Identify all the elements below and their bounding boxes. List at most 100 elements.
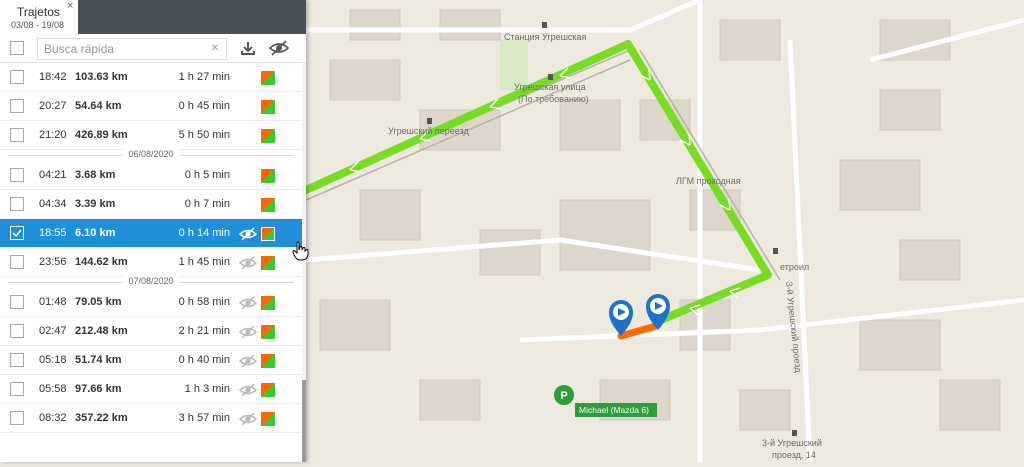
clear-search-icon[interactable]: × bbox=[211, 39, 219, 55]
trip-color-swatch[interactable] bbox=[261, 71, 275, 85]
trip-color-swatch[interactable] bbox=[261, 198, 275, 212]
trip-duration: 1 h 45 min bbox=[178, 256, 230, 268]
trip-row[interactable]: 04:21 3.68 km 0 h 5 min bbox=[0, 161, 302, 190]
date-separator: 07/08/2020 bbox=[0, 276, 302, 288]
fuel-icon bbox=[773, 248, 778, 254]
trip-checkbox[interactable] bbox=[10, 99, 24, 113]
trip-start-time: 05:58 bbox=[39, 383, 67, 395]
bus-stop-icon bbox=[548, 74, 553, 80]
tab-title: Trajetos bbox=[17, 5, 60, 19]
map-label-street-stop: Угрешская улица bbox=[514, 82, 586, 92]
svg-text:P: P bbox=[560, 390, 567, 402]
trip-duration: 1 h 27 min bbox=[178, 71, 230, 83]
trip-duration: 0 h 5 min bbox=[184, 169, 230, 181]
tab-trips[interactable]: Trajetos 03/08 - 19/08 × bbox=[0, 0, 78, 34]
trip-duration: 2 h 21 min bbox=[178, 325, 230, 337]
map-label-crossing: Угрешский переезд bbox=[388, 126, 469, 136]
trip-distance: 6.10 km bbox=[75, 227, 116, 239]
trip-color-swatch[interactable] bbox=[261, 296, 275, 310]
trip-distance: 212.48 km bbox=[75, 325, 128, 337]
trip-duration: 0 h 40 min bbox=[178, 354, 230, 366]
hide-trip-icon[interactable] bbox=[238, 354, 258, 373]
trip-color-swatch[interactable] bbox=[261, 354, 275, 368]
date-separator-label: 06/08/2020 bbox=[122, 149, 180, 159]
trip-distance: 103.63 km bbox=[75, 71, 128, 83]
trip-start-time: 21:20 bbox=[39, 129, 67, 141]
trip-distance: 51.74 km bbox=[75, 354, 122, 366]
unit-label[interactable]: Michael (Mazda 6) bbox=[575, 403, 657, 417]
download-icon[interactable] bbox=[240, 40, 256, 61]
hide-trip-icon[interactable] bbox=[238, 325, 258, 344]
date-separator: 06/08/2020 bbox=[0, 149, 302, 161]
trip-color-swatch[interactable] bbox=[261, 100, 275, 114]
tab-bar: Trajetos 03/08 - 19/08 × bbox=[0, 0, 306, 34]
trip-row[interactable]: 18:55 6.10 km 0 h 14 min bbox=[0, 219, 302, 248]
trip-distance: 54.64 km bbox=[75, 100, 122, 112]
trip-color-swatch[interactable] bbox=[261, 412, 275, 426]
date-separator-label: 07/08/2020 bbox=[122, 276, 180, 286]
tab-close-icon[interactable]: × bbox=[67, 0, 73, 12]
trip-duration: 1 h 3 min bbox=[184, 383, 230, 395]
trip-duration: 0 h 58 min bbox=[178, 296, 230, 308]
trip-distance: 144.62 km bbox=[75, 256, 128, 268]
trip-row[interactable]: 18:42 103.63 km 1 h 27 min bbox=[0, 63, 302, 92]
trip-checkbox[interactable] bbox=[10, 197, 24, 211]
trip-checkbox[interactable] bbox=[10, 411, 24, 425]
map-label-street-stop-note: (По требованию) bbox=[518, 94, 589, 104]
hand-cursor-icon bbox=[292, 241, 309, 261]
parking-marker[interactable]: P bbox=[554, 385, 574, 405]
trip-row[interactable]: 05:18 51.74 km 0 h 40 min bbox=[0, 346, 302, 375]
map-label-address-number: проезд, 14 bbox=[772, 450, 816, 460]
trip-checkbox[interactable] bbox=[10, 324, 24, 338]
scrollbar-thumb[interactable] bbox=[302, 380, 306, 462]
trip-row[interactable]: 05:58 97.66 km 1 h 3 min bbox=[0, 375, 302, 404]
trip-start-time: 20:27 bbox=[39, 100, 67, 112]
trip-distance: 79.05 km bbox=[75, 296, 122, 308]
trip-color-swatch[interactable] bbox=[261, 256, 275, 270]
trip-start-time: 18:42 bbox=[39, 71, 67, 83]
tab-date-range: 03/08 - 19/08 bbox=[11, 20, 65, 30]
trip-distance: 357.22 km bbox=[75, 412, 128, 424]
trip-checkbox[interactable] bbox=[10, 70, 24, 84]
trip-distance: 3.39 km bbox=[75, 198, 116, 210]
trip-row[interactable]: 20:27 54.64 km 0 h 45 min bbox=[0, 92, 302, 121]
trip-row[interactable]: 04:34 3.39 km 0 h 7 min bbox=[0, 190, 302, 219]
trip-checkbox[interactable] bbox=[10, 353, 24, 367]
hide-trip-icon[interactable] bbox=[238, 296, 258, 315]
trip-duration: 0 h 45 min bbox=[178, 100, 230, 112]
trip-checkbox[interactable] bbox=[10, 128, 24, 142]
trip-color-swatch[interactable] bbox=[261, 169, 275, 183]
trip-start-time: 05:18 bbox=[39, 354, 67, 366]
trip-checkbox[interactable] bbox=[10, 382, 24, 396]
search-input[interactable] bbox=[37, 38, 227, 60]
trip-color-swatch[interactable] bbox=[261, 227, 275, 241]
svg-text:Michael (Mazda 6): Michael (Mazda 6) bbox=[579, 405, 649, 415]
trip-row[interactable]: 01:48 79.05 km 0 h 58 min bbox=[0, 288, 302, 317]
trip-checkbox[interactable] bbox=[10, 295, 24, 309]
trip-checkbox[interactable] bbox=[10, 255, 24, 269]
hide-trip-icon[interactable] bbox=[238, 256, 258, 275]
trip-start-time: 08:32 bbox=[39, 412, 67, 424]
trip-start-time: 04:21 bbox=[39, 169, 67, 181]
select-all-checkbox[interactable] bbox=[10, 41, 24, 55]
map-label-petrol: етроил bbox=[780, 262, 809, 272]
trips-panel: Trajetos 03/08 - 19/08 × × 18:42 103.63 k… bbox=[0, 0, 306, 462]
trip-row[interactable]: 08:32 357.22 km 3 h 57 min bbox=[0, 404, 302, 433]
trip-color-swatch[interactable] bbox=[261, 129, 275, 143]
hide-trip-icon[interactable] bbox=[238, 412, 258, 431]
trip-start-time: 18:55 bbox=[39, 227, 67, 239]
trip-row[interactable]: 23:56 144.62 km 1 h 45 min bbox=[0, 248, 302, 277]
trip-color-swatch[interactable] bbox=[261, 325, 275, 339]
map-label-station: Станция Угрешская bbox=[504, 32, 587, 42]
hide-trip-icon[interactable] bbox=[238, 227, 258, 246]
trip-duration: 0 h 14 min bbox=[178, 227, 230, 239]
hide-trip-icon[interactable] bbox=[238, 383, 258, 402]
trip-row[interactable]: 21:20 426.89 km 5 h 50 min bbox=[0, 121, 302, 150]
hide-all-icon[interactable] bbox=[268, 40, 290, 61]
trip-row[interactable]: 02:47 212.48 km 2 h 21 min bbox=[0, 317, 302, 346]
trip-start-time: 04:34 bbox=[39, 198, 67, 210]
trip-checkbox[interactable] bbox=[10, 168, 24, 182]
trip-checkbox[interactable] bbox=[10, 226, 24, 240]
trip-color-swatch[interactable] bbox=[261, 383, 275, 397]
trip-start-time: 23:56 bbox=[39, 256, 67, 268]
